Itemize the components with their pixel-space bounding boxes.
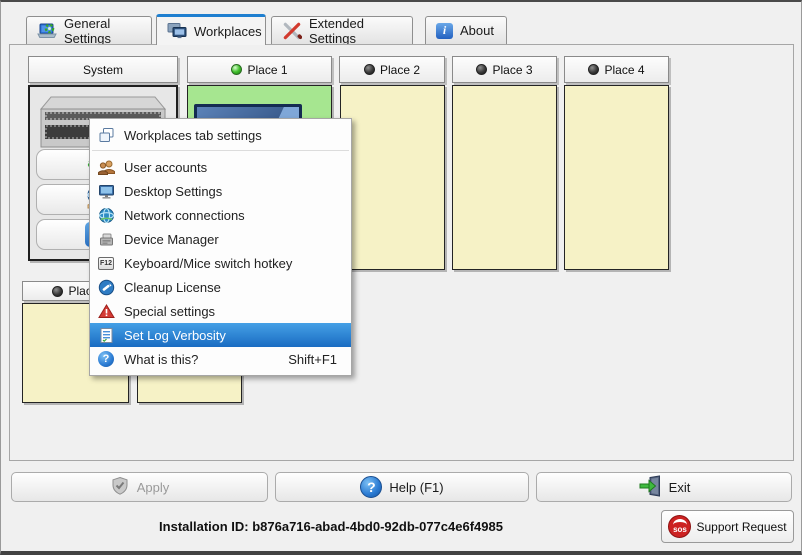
place3-header[interactable]: Place 3: [452, 56, 557, 83]
exit-label: Exit: [669, 480, 691, 495]
exit-button[interactable]: Exit: [536, 472, 792, 502]
tab-label: About: [460, 23, 494, 38]
dark-led-icon: [364, 64, 375, 75]
apply-button[interactable]: Apply: [11, 472, 268, 502]
menu-item-label: User accounts: [124, 160, 207, 175]
menu-item-user-accounts[interactable]: User accounts: [90, 155, 351, 179]
dark-led-icon: [52, 286, 63, 297]
menu-item-label: Keyboard/Mice switch hotkey: [124, 256, 292, 271]
monitors-icon: [167, 22, 187, 40]
menu-item-label: Device Manager: [124, 232, 219, 247]
menu-item-label: Desktop Settings: [124, 184, 222, 199]
tab-label: Workplaces: [194, 24, 262, 39]
menu-item-label: Set Log Verbosity: [124, 328, 226, 343]
menu-item-label: Special settings: [124, 304, 215, 319]
help-question-icon: ?: [360, 476, 382, 498]
user-icon: [97, 159, 115, 176]
log-document-icon: [97, 327, 115, 344]
menu-item-label: Cleanup License: [124, 280, 221, 295]
place3-label: Place 3: [492, 63, 532, 77]
tab-workplaces[interactable]: Workplaces: [156, 14, 266, 45]
green-led-icon: [231, 64, 242, 75]
place3-body[interactable]: [452, 85, 557, 270]
monitor-icon: [97, 183, 115, 200]
windows-copy-icon: [97, 127, 115, 144]
menu-item-label: Workplaces tab settings: [124, 128, 262, 143]
menu-item-special-settings[interactable]: Special settings: [90, 299, 351, 323]
place1-header[interactable]: Place 1: [187, 56, 332, 83]
support-request-label: Support Request: [696, 520, 786, 534]
installation-id-text: Installation ID: b876a716-abad-4bd0-92db…: [1, 519, 661, 534]
menu-item-label: What is this?: [124, 352, 198, 367]
place4-body[interactable]: [564, 85, 669, 270]
dark-led-icon: [476, 64, 487, 75]
warning-triangle-icon: [97, 303, 115, 320]
menu-separator: [92, 150, 349, 151]
place2-label: Place 2: [380, 63, 420, 77]
tab-label: General Settings: [64, 16, 141, 46]
app-window: General Settings Workplaces: [0, 0, 802, 555]
question-icon: ?: [97, 351, 115, 368]
place4-header[interactable]: Place 4: [564, 56, 669, 83]
place2-header[interactable]: Place 2: [339, 56, 445, 83]
support-request-button[interactable]: sos Support Request: [661, 510, 794, 543]
menu-item-set-log-verbosity[interactable]: Set Log Verbosity: [90, 323, 351, 347]
menu-item-what-is-this[interactable]: ? What is this? Shift+F1: [90, 347, 351, 371]
menu-item-device-manager[interactable]: Device Manager: [90, 227, 351, 251]
device-icon: [97, 231, 115, 248]
menu-item-desktop-settings[interactable]: Desktop Settings: [90, 179, 351, 203]
dark-led-icon: [588, 64, 599, 75]
sos-icon: sos: [668, 515, 691, 538]
menu-item-workplaces-tab-settings[interactable]: Workplaces tab settings: [90, 123, 351, 147]
place2-body[interactable]: [340, 85, 445, 270]
cleanup-brush-icon: [97, 279, 115, 296]
menu-item-cleanup-license[interactable]: Cleanup License: [90, 275, 351, 299]
menu-item-network-connections[interactable]: Network connections: [90, 203, 351, 227]
exit-door-icon: [638, 475, 662, 500]
system-panel-title: System: [83, 63, 123, 77]
tab-extended-settings[interactable]: Extended Settings: [271, 16, 413, 44]
context-menu: Workplaces tab settings User accounts: [89, 118, 352, 376]
tab-label: Extended Settings: [309, 16, 402, 46]
tab-about[interactable]: i About: [425, 16, 507, 44]
shield-check-icon: [110, 476, 130, 499]
globe-icon: [97, 207, 115, 224]
f12-key-icon: F12: [97, 255, 115, 272]
menu-item-label: Network connections: [124, 208, 245, 223]
help-label: Help (F1): [389, 480, 443, 495]
crossed-tools-icon: [282, 22, 302, 40]
place1-label: Place 1: [247, 63, 287, 77]
tab-bar: General Settings Workplaces: [1, 14, 801, 44]
menu-item-shortcut: Shift+F1: [288, 352, 351, 367]
apply-label: Apply: [137, 480, 170, 495]
place4-label: Place 4: [604, 63, 644, 77]
info-icon: i: [436, 23, 453, 39]
tab-general-settings[interactable]: General Settings: [26, 16, 152, 44]
system-panel-header[interactable]: System: [28, 56, 178, 83]
menu-item-keyboard-mice-switch-hotkey[interactable]: F12 Keyboard/Mice switch hotkey: [90, 251, 351, 275]
help-button[interactable]: ? Help (F1): [275, 472, 529, 502]
laptop-gear-icon: [37, 22, 57, 40]
